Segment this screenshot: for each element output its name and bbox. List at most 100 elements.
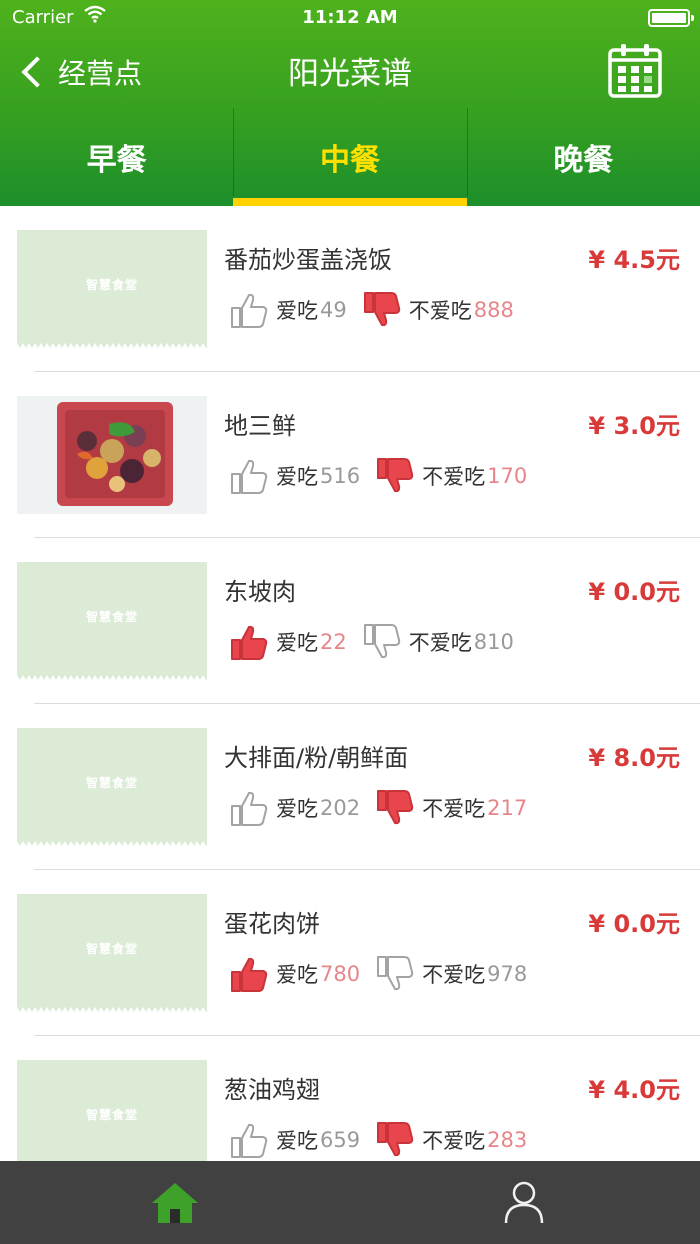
thumbs-down-icon <box>376 1122 414 1158</box>
thumbs-up-icon <box>230 956 268 992</box>
like-label: 爱吃 <box>276 963 318 987</box>
thumbs-up-icon <box>230 790 268 826</box>
like-label: 爱吃 <box>276 631 318 655</box>
dish-price: ¥ 3.0元 <box>588 412 680 440</box>
list-item[interactable]: 智慧食堂 番茄炒蛋盖浇饭 ¥ 4.5元爱吃 49 不爱吃 888 <box>0 206 700 372</box>
dish-image <box>17 396 207 514</box>
like-button[interactable]: 爱吃 22 <box>230 624 347 660</box>
header: Carrier 11:12 AM 经营点 阳光菜谱 早餐 中餐 晚餐 <box>0 0 700 206</box>
dislike-count: 217 <box>487 796 528 820</box>
dish-photo <box>17 396 207 514</box>
dish-price: ¥ 4.5元 <box>588 246 680 274</box>
dislike-button[interactable]: 不爱吃 283 <box>376 1122 527 1158</box>
home-icon[interactable] <box>150 1181 200 1225</box>
dislike-button[interactable]: 不爱吃 170 <box>376 458 527 494</box>
list-item[interactable]: 智慧食堂 东坡肉 ¥ 0.0元爱吃 22 不爱吃 810 <box>0 538 700 704</box>
dish-name: 地三鲜 <box>224 412 296 440</box>
dislike-count: 888 <box>473 298 514 322</box>
placeholder-logo: 智慧食堂 <box>85 942 138 956</box>
placeholder-logo: 智慧食堂 <box>85 610 138 624</box>
bottom-tab-bar <box>0 1161 700 1244</box>
dish-image: 智慧食堂 <box>17 1060 207 1161</box>
like-label: 爱吃 <box>276 299 318 323</box>
dislike-button[interactable]: 不爱吃 810 <box>363 624 514 660</box>
like-button[interactable]: 爱吃 780 <box>230 956 360 992</box>
vote-row: 爱吃 22 不爱吃 810 <box>230 622 514 662</box>
dislike-label: 不爱吃 <box>422 1129 486 1153</box>
vote-row: 爱吃 202 不爱吃 217 <box>230 788 527 828</box>
zigzag-edge <box>17 841 207 846</box>
vote-row: 爱吃 659 不爱吃 283 <box>230 1120 527 1160</box>
status-time: 11:12 AM <box>302 7 398 28</box>
like-label: 爱吃 <box>276 797 318 821</box>
vote-row: 爱吃 49 不爱吃 888 <box>230 290 514 330</box>
vote-row: 爱吃 516 不爱吃 170 <box>230 456 527 496</box>
dislike-count: 170 <box>487 464 528 488</box>
tab-dinner[interactable]: 晚餐 <box>466 108 700 206</box>
like-count: 22 <box>320 630 347 654</box>
list-item[interactable]: 智慧食堂 蛋花肉饼 ¥ 0.0元爱吃 780 不爱吃 978 <box>0 870 700 1036</box>
dish-price: ¥ 0.0元 <box>588 578 680 606</box>
dislike-label: 不爱吃 <box>422 465 486 489</box>
dislike-button[interactable]: 不爱吃 888 <box>363 292 514 328</box>
profile-icon[interactable] <box>502 1179 546 1225</box>
dislike-count: 978 <box>487 962 528 986</box>
like-count: 516 <box>320 464 361 488</box>
tab-breakfast[interactable]: 早餐 <box>0 108 233 206</box>
like-label: 爱吃 <box>276 465 318 489</box>
dislike-label: 不爱吃 <box>408 631 472 655</box>
dislike-label: 不爱吃 <box>422 963 486 987</box>
like-count: 659 <box>320 1128 361 1152</box>
dish-name: 蛋花肉饼 <box>224 910 320 938</box>
like-button[interactable]: 爱吃 49 <box>230 292 347 328</box>
thumbs-up-icon <box>230 624 268 660</box>
zigzag-edge <box>17 1007 207 1012</box>
thumbs-up-icon <box>230 1122 268 1158</box>
dish-image: 智慧食堂 <box>17 894 207 1012</box>
dislike-button[interactable]: 不爱吃 217 <box>376 790 527 826</box>
zigzag-edge <box>17 675 207 680</box>
like-label: 爱吃 <box>276 1129 318 1153</box>
calendar-icon[interactable] <box>608 42 662 98</box>
list-item[interactable]: 智慧食堂 葱油鸡翅 ¥ 4.0元爱吃 659 不爱吃 283 <box>0 1036 700 1161</box>
dislike-button[interactable]: 不爱吃 978 <box>376 956 527 992</box>
battery-icon <box>648 9 694 27</box>
dislike-count: 283 <box>487 1128 528 1152</box>
list-item[interactable]: 智慧食堂 大排面/粉/朝鲜面 ¥ 8.0元爱吃 202 不爱吃 217 <box>0 704 700 870</box>
thumbs-up-icon <box>230 292 268 328</box>
dish-image: 智慧食堂 <box>17 230 207 348</box>
thumbs-down-icon <box>363 292 401 328</box>
status-bar: Carrier 11:12 AM <box>0 0 700 36</box>
like-button[interactable]: 爱吃 516 <box>230 458 360 494</box>
dish-list[interactable]: 智慧食堂 番茄炒蛋盖浇饭 ¥ 4.5元 爱吃 49 不爱吃 888 地三鲜 ¥ 3.0元 爱吃 51… <box>0 206 700 1161</box>
dish-name: 东坡肉 <box>224 578 296 606</box>
dish-image: 智慧食堂 <box>17 728 207 846</box>
page-title: 阳光菜谱 <box>288 56 412 92</box>
vote-row: 爱吃 780 不爱吃 978 <box>230 954 527 994</box>
tab-lunch[interactable]: 中餐 <box>233 108 467 206</box>
dish-name: 番茄炒蛋盖浇饭 <box>224 246 392 274</box>
dish-name: 葱油鸡翅 <box>224 1076 320 1104</box>
thumbs-down-icon <box>376 956 414 992</box>
list-item[interactable]: 地三鲜 ¥ 3.0元爱吃 516 不爱吃 170 <box>0 372 700 538</box>
like-count: 202 <box>320 796 361 820</box>
dish-price: ¥ 4.0元 <box>588 1076 680 1104</box>
like-button[interactable]: 爱吃 659 <box>230 1122 360 1158</box>
thumbs-down-icon <box>363 624 401 660</box>
placeholder-logo: 智慧食堂 <box>85 278 138 292</box>
placeholder-logo: 智慧食堂 <box>85 776 138 790</box>
like-count: 49 <box>320 298 347 322</box>
like-count: 780 <box>320 962 361 986</box>
placeholder-logo: 智慧食堂 <box>85 1108 138 1122</box>
dish-name: 大排面/粉/朝鲜面 <box>224 744 409 772</box>
dislike-count: 810 <box>473 630 514 654</box>
dislike-label: 不爱吃 <box>408 299 472 323</box>
dish-price: ¥ 0.0元 <box>588 910 680 938</box>
meal-tabs: 早餐 中餐 晚餐 <box>0 108 700 206</box>
dislike-label: 不爱吃 <box>422 797 486 821</box>
like-button[interactable]: 爱吃 202 <box>230 790 360 826</box>
thumbs-down-icon <box>376 458 414 494</box>
thumbs-up-icon <box>230 458 268 494</box>
dish-price: ¥ 8.0元 <box>588 744 680 772</box>
thumbs-down-icon <box>376 790 414 826</box>
